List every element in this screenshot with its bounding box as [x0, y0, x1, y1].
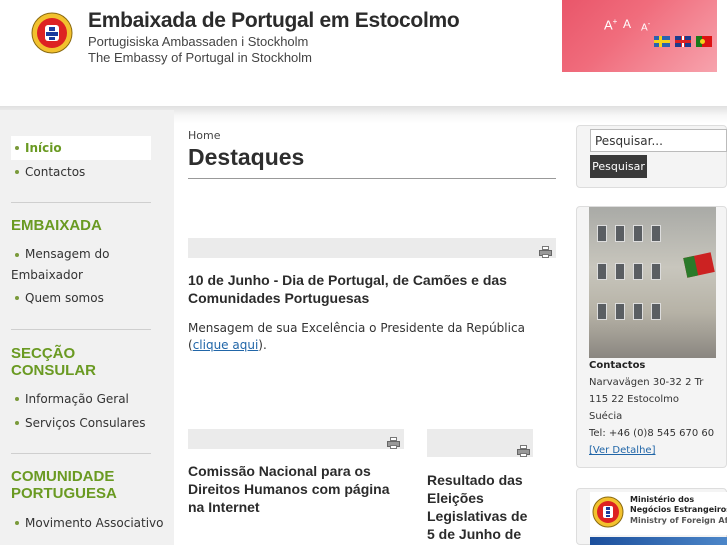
mne-label-line2: Negócios Estrangeiros: [630, 505, 727, 514]
portugal-flag-icon[interactable]: [696, 36, 712, 47]
lead-article-text-after: ).: [258, 338, 267, 352]
article-toolbar: [188, 238, 556, 258]
site-subtitle-swedish: Portugisiska Ambassaden i Stockholm: [88, 34, 309, 49]
nav-list-comunidade: Movimento Associativo: [11, 511, 164, 535]
main-nav: Início Contactos: [11, 136, 151, 184]
lead-article-text: Mensagem de sua Excelência o Presidente …: [188, 320, 548, 354]
portugal-flag-icon: [683, 252, 715, 278]
site-header: Embaixada de Portugal em Estocolmo Portu…: [0, 0, 727, 110]
portugal-coat-of-arms-icon: [592, 496, 624, 528]
font-size-decrease-sup: -: [647, 19, 651, 28]
breadcrumb[interactable]: Home: [188, 129, 220, 142]
contact-heading: Contactos: [589, 360, 646, 371]
article-title-direitos-humanos[interactable]: Comissão Nacional para os Direitos Human…: [188, 462, 404, 516]
nav-heading-embaixada: EMBAIXADA: [11, 217, 102, 234]
nav-heading-seccao-consular: SECÇÃO CONSULAR: [11, 345, 96, 379]
header-tools: A+ A A-: [562, 0, 717, 72]
sweden-flag-icon[interactable]: [654, 36, 670, 47]
font-size-increase-sup: +: [612, 17, 618, 26]
nav-item-movimento-associativo[interactable]: Movimento Associativo: [11, 511, 164, 535]
font-size-increase-label: A: [604, 17, 613, 33]
embassy-building-photo: [589, 207, 716, 358]
nav-section-embaixada: EMBAIXADA: [11, 217, 151, 234]
font-size-decrease-button[interactable]: A-: [641, 19, 650, 33]
lead-article-title[interactable]: 10 de Junho - Dia de Portugal, de Camões…: [188, 271, 548, 307]
nav-divider: [11, 202, 151, 203]
nav-divider: [11, 329, 151, 330]
clique-aqui-link[interactable]: clique aqui: [193, 338, 259, 352]
nav-list-consular: Informação Geral Serviços Consulares: [11, 387, 151, 435]
contact-postcode-line: 115 22 Estocolmo: [589, 394, 679, 405]
nav-list-embaixada: Mensagem do Embaixador Quem somos: [11, 244, 151, 310]
contact-phone-line: Tel: +46 (0)8 545 670 60: [589, 428, 715, 439]
search-input[interactable]: [590, 129, 727, 152]
nav-section-comunidade: COMUNIDADE PORTUGUESA: [11, 468, 151, 502]
print-icon[interactable]: [539, 246, 552, 258]
nav-item-contactos[interactable]: Contactos: [11, 160, 151, 184]
portugal-coat-of-arms-icon[interactable]: [30, 10, 74, 56]
page-title: Destaques: [188, 144, 305, 170]
nav-divider: [11, 453, 151, 454]
contact-country-line: Suécia: [589, 411, 623, 422]
nav-item-servicos-consulares[interactable]: Serviços Consulares: [11, 411, 151, 435]
nav-item-mensagem-embaixador[interactable]: Mensagem do Embaixador: [11, 244, 151, 286]
uk-flag-icon[interactable]: [675, 36, 691, 47]
partner-banner-strip[interactable]: [590, 537, 727, 545]
mne-label-line3: Ministry of Foreign Af: [630, 516, 727, 525]
font-size-increase-button[interactable]: A+: [604, 17, 617, 32]
site-title[interactable]: Embaixada de Portugal em Estocolmo: [88, 9, 460, 33]
nav-item-informacao-geral[interactable]: Informação Geral: [11, 387, 151, 411]
article-toolbar: [188, 429, 404, 449]
font-size-decrease-label: A: [641, 22, 648, 34]
search-button[interactable]: Pesquisar: [590, 155, 647, 178]
mne-label-line1: Ministério dos: [630, 495, 695, 504]
ver-detalhe-link[interactable]: [Ver Detalhe]: [589, 445, 655, 456]
site-subtitle-english: The Embassy of Portugal in Stockholm: [88, 50, 312, 65]
nav-section-consular: SECÇÃO CONSULAR: [11, 345, 151, 379]
nav-item-inicio[interactable]: Início: [11, 136, 151, 160]
contact-address-line: Narvavägen 30-32 2 Tr: [589, 377, 704, 388]
nav-item-quem-somos[interactable]: Quem somos: [11, 286, 151, 310]
nav-heading-comunidade-portuguesa: COMUNIDADE PORTUGUESA: [11, 468, 117, 502]
font-size-reset-button[interactable]: A: [623, 17, 631, 31]
mne-logo-link[interactable]: Ministério dos Negócios Estrangeiros Min…: [590, 492, 727, 535]
article-title-eleicoes[interactable]: Resultado das Eleições Legislativas de 5…: [427, 471, 537, 545]
print-icon[interactable]: [517, 445, 530, 457]
title-divider: [188, 178, 556, 179]
print-icon[interactable]: [387, 437, 400, 449]
